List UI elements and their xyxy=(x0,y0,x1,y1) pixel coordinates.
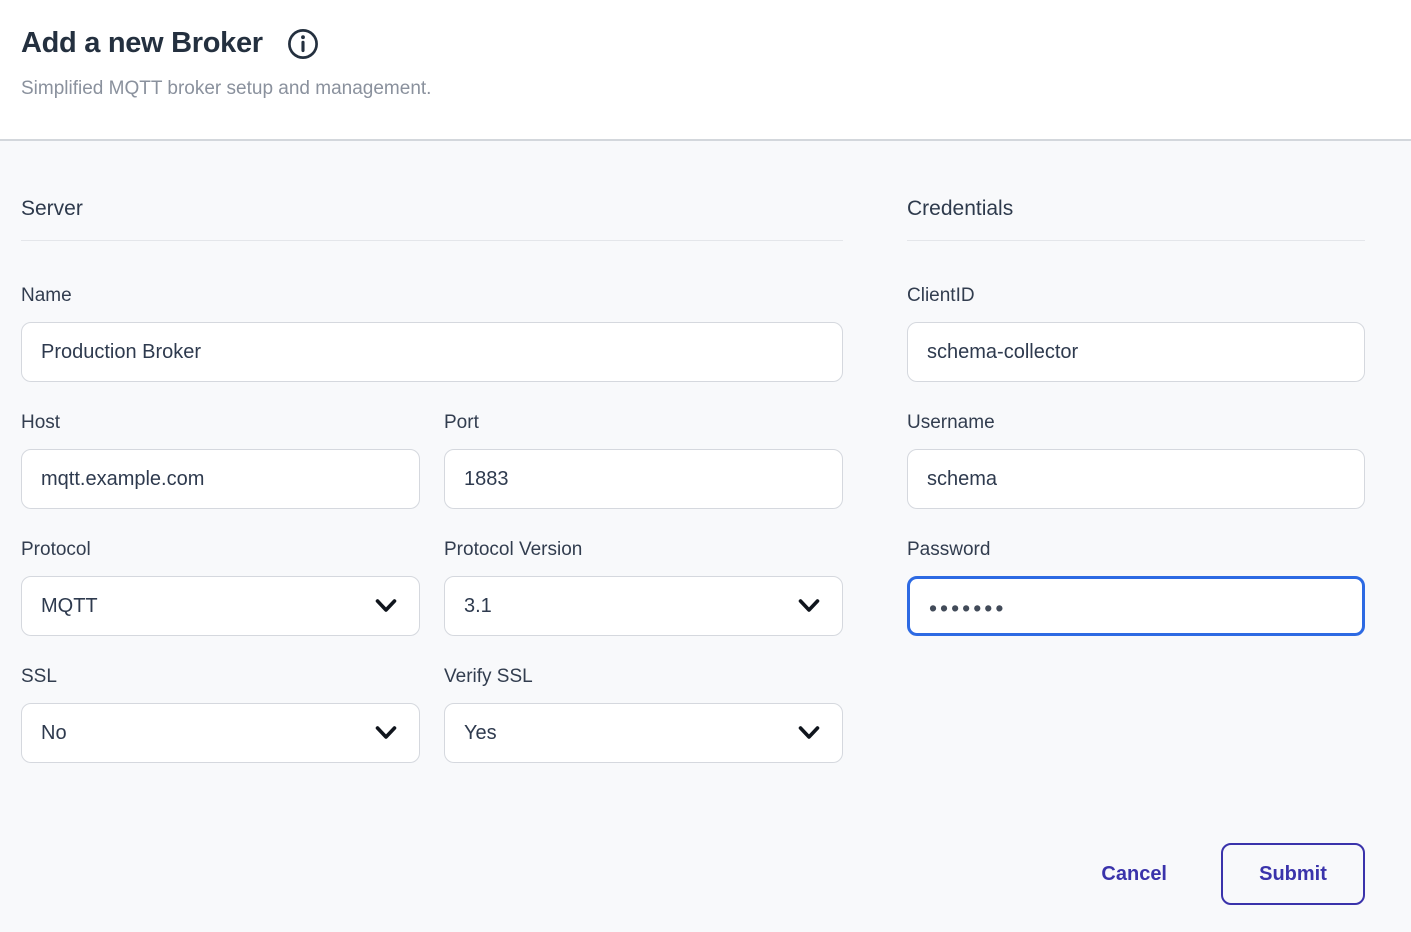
chevron-down-icon xyxy=(798,599,820,613)
client-id-field: ClientID xyxy=(907,284,1365,382)
ssl-label: SSL xyxy=(21,665,420,689)
name-field: Name xyxy=(21,284,843,382)
verify-ssl-select[interactable]: Yes xyxy=(444,703,843,763)
protocol-version-field: Protocol Version 3.1 xyxy=(444,538,843,636)
credentials-section: Credentials ClientID Username Password C… xyxy=(907,195,1365,905)
username-label: Username xyxy=(907,411,1365,435)
page-title: Add a new Broker xyxy=(21,27,263,60)
port-label: Port xyxy=(444,411,843,435)
password-field: Password xyxy=(907,538,1365,636)
submit-button[interactable]: Submit xyxy=(1221,843,1365,905)
password-input[interactable] xyxy=(907,576,1365,636)
protocol-field: Protocol MQTT xyxy=(21,538,420,636)
verify-ssl-selected-value: Yes xyxy=(464,722,497,745)
protocol-select[interactable]: MQTT xyxy=(21,576,420,636)
chevron-down-icon xyxy=(375,599,397,613)
credentials-section-divider xyxy=(907,240,1365,241)
broker-form: Server Name Host Port Protocol xyxy=(0,141,1411,905)
cancel-button[interactable]: Cancel xyxy=(1101,863,1167,886)
protocol-label: Protocol xyxy=(21,538,420,562)
ssl-select[interactable]: No xyxy=(21,703,420,763)
server-section-heading: Server xyxy=(21,195,843,222)
port-input[interactable] xyxy=(444,449,843,509)
host-field: Host xyxy=(21,411,420,509)
username-input[interactable] xyxy=(907,449,1365,509)
host-label: Host xyxy=(21,411,420,435)
verify-ssl-field: Verify SSL Yes xyxy=(444,665,843,763)
password-label: Password xyxy=(907,538,1365,562)
username-field: Username xyxy=(907,411,1365,509)
chevron-down-icon xyxy=(798,726,820,740)
ssl-field: SSL No xyxy=(21,665,420,763)
credentials-section-heading: Credentials xyxy=(907,195,1365,222)
name-input[interactable] xyxy=(21,322,843,382)
chevron-down-icon xyxy=(375,726,397,740)
server-section-divider xyxy=(21,240,843,241)
ssl-selected-value: No xyxy=(41,722,67,745)
info-icon[interactable] xyxy=(286,27,320,61)
form-actions: Cancel Submit xyxy=(907,843,1365,905)
name-label: Name xyxy=(21,284,843,308)
client-id-label: ClientID xyxy=(907,284,1365,308)
protocol-version-selected-value: 3.1 xyxy=(464,595,492,618)
server-section: Server Name Host Port Protocol xyxy=(21,195,843,905)
port-field: Port xyxy=(444,411,843,509)
client-id-input[interactable] xyxy=(907,322,1365,382)
page-subtitle: Simplified MQTT broker setup and managem… xyxy=(21,78,1390,100)
protocol-version-label: Protocol Version xyxy=(444,538,843,562)
page-header: Add a new Broker Simplified MQTT broker … xyxy=(0,0,1411,141)
protocol-selected-value: MQTT xyxy=(41,595,98,618)
verify-ssl-label: Verify SSL xyxy=(444,665,843,689)
host-input[interactable] xyxy=(21,449,420,509)
protocol-version-select[interactable]: 3.1 xyxy=(444,576,843,636)
